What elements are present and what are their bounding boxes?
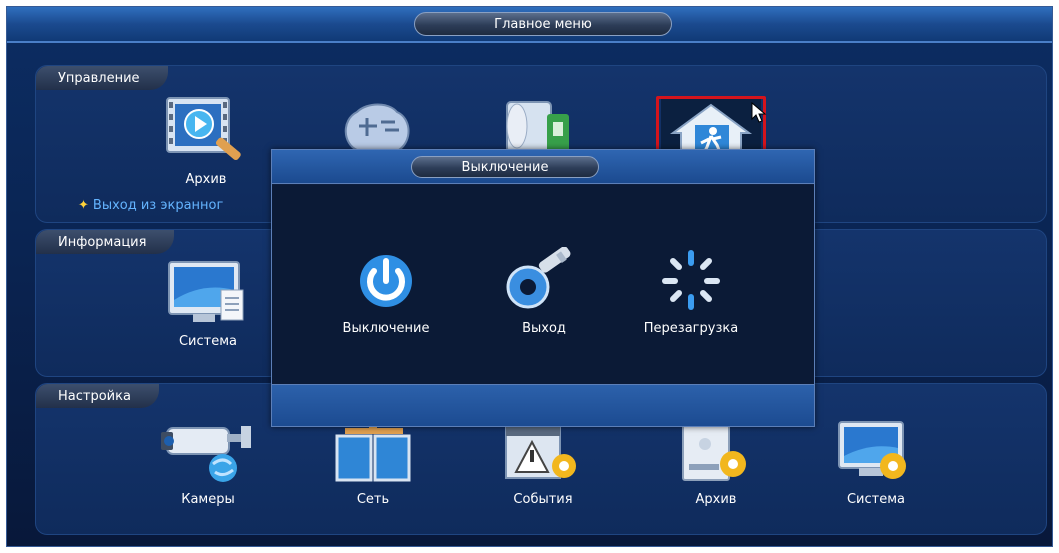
settings-section-label: Настройка [36,384,159,408]
power-off-label: Выключение [342,321,430,336]
storage-settings-button[interactable]: Архив [666,420,766,507]
backup-button[interactable] [492,96,582,156]
network-button[interactable]: Сеть [328,420,418,507]
lightbulb-icon: ✦ [78,198,89,213]
cameras-label: Камеры [181,492,235,507]
archive-label: Архив [185,172,227,187]
dialog-footer [272,384,814,426]
archive-playback-button[interactable]: Архив [156,94,256,187]
reboot-label: Перезагрузка [643,321,739,336]
playback-archive-icon [166,97,241,161]
dialog-body: Выключение Выход Перезагрузка [272,185,814,385]
system-info-monitor-icon [168,261,244,322]
logout-label: Выход [522,321,566,336]
logout-button[interactable]: Выход [484,246,604,336]
reboot-button[interactable]: Перезагрузка [616,247,766,336]
mouse-cursor-icon [751,102,767,123]
reboot-spinner-icon [662,250,720,310]
hint-label: Выход из экранног [92,198,224,213]
ai-button[interactable] [332,100,422,156]
network-icon [335,422,411,482]
shutdown-dialog: Выключение Выключение Выход Перезагрузка [271,149,815,427]
system-settings-icon [838,421,906,479]
ai-brain-icon [344,103,410,151]
power-off-button[interactable]: Выключение [316,247,456,336]
dialog-title: Выключение [411,156,599,178]
events-settings-icon [505,425,576,479]
system-info-button[interactable]: Система [158,260,258,349]
key-logout-icon [506,246,571,309]
events-label: События [513,492,573,507]
system-info-label: Система [178,334,238,349]
system-settings-label: Система [846,492,906,507]
camera-icon [161,426,251,482]
backup-usb-icon [506,101,569,153]
information-section-label: Информация [36,230,175,254]
events-button[interactable]: События [488,420,598,507]
dialog-header: Выключение [272,150,814,184]
top-bar: Главное меню [7,7,1052,43]
power-icon [360,255,412,307]
storage-settings-label: Архив [695,492,737,507]
main-menu-screen: Главное меню Управление Архив ✦ Выход из… [6,6,1053,547]
page-title: Главное меню [414,12,672,36]
hint-text: ✦ Выход из экранног [78,198,223,213]
system-settings-button[interactable]: Система [826,420,926,507]
cameras-button[interactable]: Камеры [158,420,258,507]
network-label: Сеть [356,492,390,507]
management-section-label: Управление [36,66,168,90]
storage-settings-icon [682,423,746,481]
